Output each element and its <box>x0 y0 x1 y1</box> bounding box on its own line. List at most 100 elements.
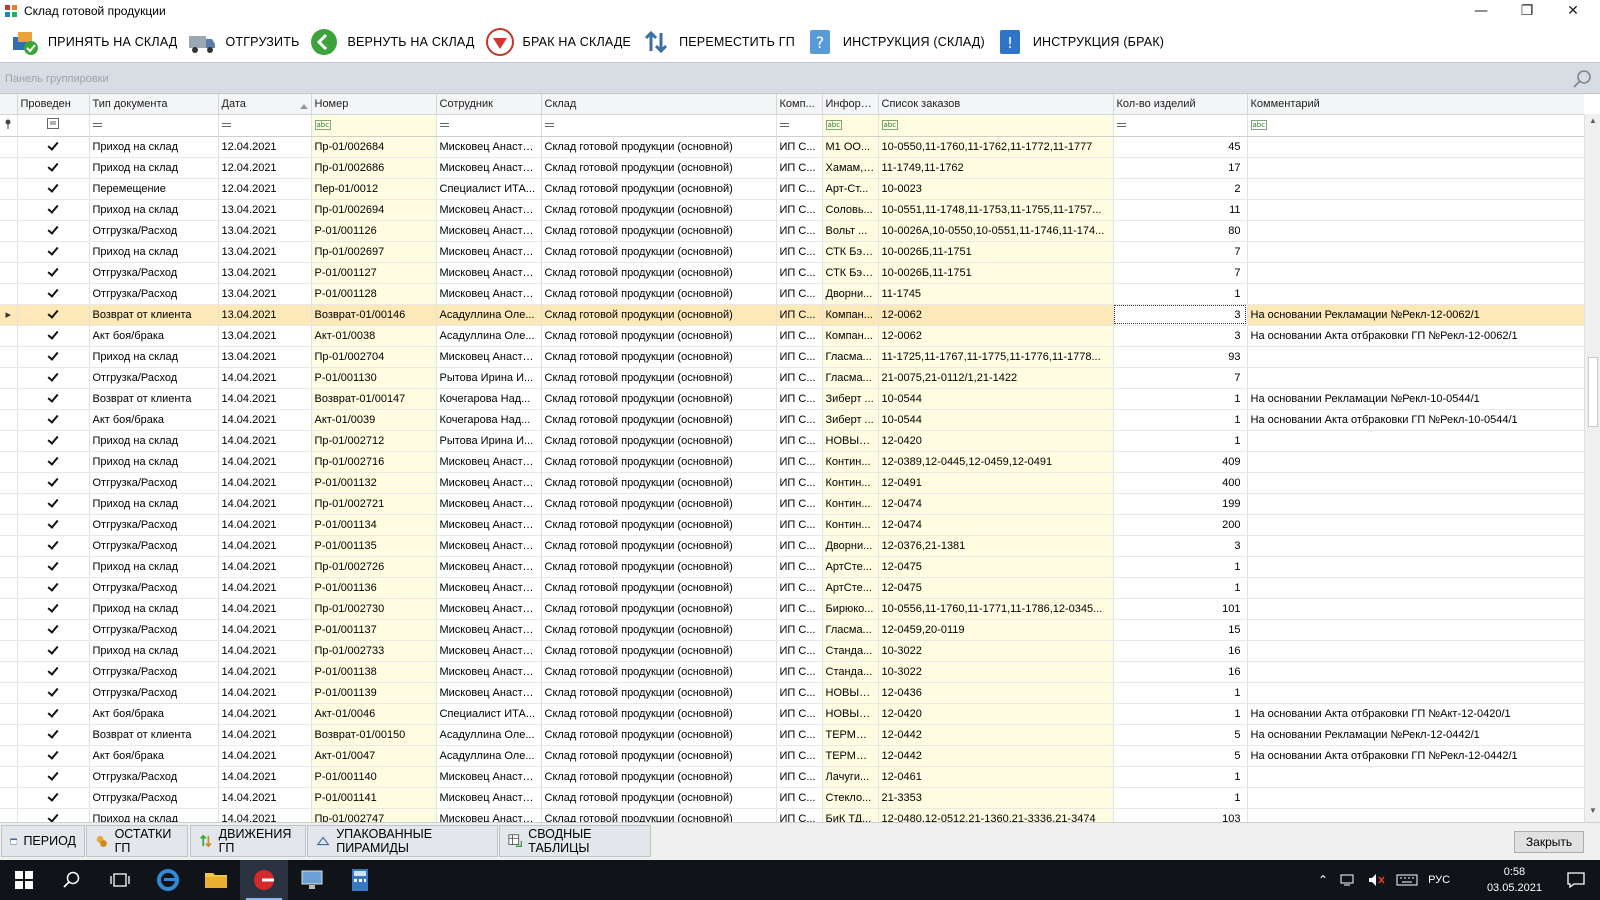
table-row[interactable]: Акт боя/брака 14.04.2021 Акт-01/0039 Кочега… <box>0 409 1584 431</box>
ship-button[interactable]: ОТГРУЗИТЬ <box>185 24 305 60</box>
cell-posted-checkbox[interactable] <box>17 661 90 683</box>
cell-warehouse[interactable]: Склад готовой продукции (основной) <box>541 304 777 326</box>
cell-posted-checkbox[interactable] <box>17 283 90 305</box>
row-indicator[interactable] <box>0 619 18 641</box>
move-gp-button[interactable]: ПЕРЕМЕСТИТЬ ГП <box>639 24 801 60</box>
cell-date[interactable]: 14.04.2021 <box>218 745 312 767</box>
filter-info[interactable]: abc <box>822 114 879 137</box>
cell-date[interactable]: 14.04.2021 <box>218 661 312 683</box>
cell-employee[interactable]: Мисковец Анаста... <box>436 682 542 704</box>
cell-warehouse[interactable]: Склад готовой продукции (основной) <box>541 682 777 704</box>
row-indicator[interactable] <box>0 514 18 536</box>
cell-date[interactable]: 13.04.2021 <box>218 304 312 326</box>
cell-orders[interactable]: 10-0026Б,11-1751 <box>878 262 1114 284</box>
table-row[interactable]: Отгрузка/Расход 14.04.2021 Р-01/001140 Миск… <box>0 766 1584 788</box>
cell-qty[interactable]: 3 <box>1113 325 1248 347</box>
cell-employee[interactable]: Асадуллина Оле... <box>436 724 542 746</box>
row-indicator[interactable]: ▸ <box>0 304 18 326</box>
cell-info[interactable]: Стекло... <box>822 787 879 809</box>
cell-company[interactable]: ИП С... <box>776 640 823 662</box>
cell-orders[interactable]: 12-0474 <box>878 514 1114 536</box>
cell-doc-type[interactable]: Возврат от клиента <box>89 388 219 410</box>
row-indicator[interactable] <box>0 346 18 368</box>
cell-doc-type[interactable]: Приход на склад <box>89 157 219 179</box>
cell-info[interactable]: СТК Бэс... <box>822 241 879 263</box>
cell-qty[interactable]: 1 <box>1113 766 1248 788</box>
cell-qty[interactable]: 200 <box>1113 514 1248 536</box>
cell-comment[interactable] <box>1247 619 1584 641</box>
cell-employee[interactable]: Мисковец Анаста... <box>436 283 542 305</box>
row-indicator[interactable] <box>0 556 18 578</box>
table-row[interactable]: Приход на склад 14.04.2021 Пр-01/002716 Мис… <box>0 451 1584 473</box>
search-taskbar-button[interactable] <box>48 860 96 900</box>
cell-orders[interactable]: 12-0420 <box>878 703 1114 725</box>
cell-date[interactable]: 14.04.2021 <box>218 577 312 599</box>
cell-company[interactable]: ИП С... <box>776 136 823 158</box>
cell-posted-checkbox[interactable] <box>17 808 90 822</box>
table-row[interactable]: Отгрузка/Расход 14.04.2021 Р-01/001134 Миск… <box>0 514 1584 536</box>
table-row[interactable]: Приход на склад 12.04.2021 Пр-01/002684 Мис… <box>0 136 1584 158</box>
cell-company[interactable]: ИП С... <box>776 220 823 242</box>
cell-date[interactable]: 14.04.2021 <box>218 409 312 431</box>
cell-date[interactable]: 14.04.2021 <box>218 724 312 746</box>
cell-doc-type[interactable]: Отгрузка/Расход <box>89 619 219 641</box>
cell-company[interactable]: ИП С... <box>776 325 823 347</box>
cell-posted-checkbox[interactable] <box>17 388 90 410</box>
table-row[interactable]: Отгрузка/Расход 14.04.2021 Р-01/001137 Миск… <box>0 619 1584 641</box>
cell-comment[interactable] <box>1247 451 1584 473</box>
filter-qty[interactable] <box>1113 114 1248 137</box>
cell-doc-type[interactable]: Возврат от клиента <box>89 304 219 326</box>
cell-info[interactable]: СТК Бэс... <box>822 262 879 284</box>
table-row[interactable]: Приход на склад 14.04.2021 Пр-01/002726 Мис… <box>0 556 1584 578</box>
cell-company[interactable]: ИП С... <box>776 766 823 788</box>
cell-number[interactable]: Пр-01/002726 <box>311 556 437 578</box>
cell-number[interactable]: Р-01/001141 <box>311 787 437 809</box>
cell-employee[interactable]: Мисковец Анаста... <box>436 241 542 263</box>
cell-number[interactable]: Р-01/001137 <box>311 619 437 641</box>
cell-orders[interactable]: 12-0376,21-1381 <box>878 535 1114 557</box>
cell-info[interactable]: Компан... <box>822 304 879 326</box>
cell-comment[interactable] <box>1247 640 1584 662</box>
cell-posted-checkbox[interactable] <box>17 556 90 578</box>
table-row[interactable]: Отгрузка/Расход 14.04.2021 Р-01/001135 Миск… <box>0 535 1584 557</box>
cell-employee[interactable]: Мисковец Анаста... <box>436 598 542 620</box>
col-header-date[interactable]: Дата <box>218 94 312 115</box>
cell-info[interactable]: Компан... <box>822 325 879 347</box>
cell-qty[interactable]: 101 <box>1113 598 1248 620</box>
minimize-button[interactable]: — <box>1458 0 1504 22</box>
cell-number[interactable]: Р-01/001136 <box>311 577 437 599</box>
table-row[interactable]: Приход на склад 14.04.2021 Пр-01/002712 Рыт… <box>0 430 1584 452</box>
cell-qty[interactable]: 409 <box>1113 451 1248 473</box>
row-indicator[interactable] <box>0 535 18 557</box>
table-row[interactable]: Приход на склад 13.04.2021 Пр-01/002694 Мис… <box>0 199 1584 221</box>
cell-number[interactable]: Акт-01/0038 <box>311 325 437 347</box>
cell-number[interactable]: Акт-01/0046 <box>311 703 437 725</box>
cell-comment[interactable]: На основании Рекламации №Рекл-12-0062/1 <box>1247 304 1584 326</box>
cell-orders[interactable]: 10-0026Б,11-1751 <box>878 241 1114 263</box>
cell-date[interactable]: 14.04.2021 <box>218 430 312 452</box>
cell-posted-checkbox[interactable] <box>17 535 90 557</box>
cell-number[interactable]: Пр-01/002686 <box>311 157 437 179</box>
cell-comment[interactable]: На основании Рекламации №Рекл-12-0442/1 <box>1247 724 1584 746</box>
cell-employee[interactable]: Мисковец Анаста... <box>436 199 542 221</box>
maximize-button[interactable]: ❐ <box>1504 0 1550 22</box>
table-row[interactable]: ▸ Возврат от клиента 13.04.2021 Возврат-01/… <box>0 304 1584 326</box>
cell-number[interactable]: Пр-01/002697 <box>311 241 437 263</box>
table-row[interactable]: Акт боя/брака 14.04.2021 Акт-01/0046 Специа… <box>0 703 1584 725</box>
cell-orders[interactable]: 21-3353 <box>878 787 1114 809</box>
cell-number[interactable]: Пр-01/002684 <box>311 136 437 158</box>
table-row[interactable]: Отгрузка/Расход 14.04.2021 Р-01/001132 Миск… <box>0 472 1584 494</box>
cell-warehouse[interactable]: Склад готовой продукции (основной) <box>541 346 777 368</box>
cell-info[interactable]: Контин... <box>822 514 879 536</box>
cell-info[interactable]: ТЕРМЭК... <box>822 745 879 767</box>
cell-number[interactable]: Акт-01/0047 <box>311 745 437 767</box>
cell-info[interactable]: Гласма... <box>822 619 879 641</box>
cell-posted-checkbox[interactable] <box>17 199 90 221</box>
row-indicator[interactable] <box>0 661 18 683</box>
cell-warehouse[interactable]: Склад готовой продукции (основной) <box>541 241 777 263</box>
cell-company[interactable]: ИП С... <box>776 682 823 704</box>
cell-comment[interactable] <box>1247 367 1584 389</box>
cell-posted-checkbox[interactable] <box>17 409 90 431</box>
table-row[interactable]: Отгрузка/Расход 14.04.2021 Р-01/001139 Миск… <box>0 682 1584 704</box>
cell-orders[interactable]: 21-0075,21-0112/1,21-1422 <box>878 367 1114 389</box>
